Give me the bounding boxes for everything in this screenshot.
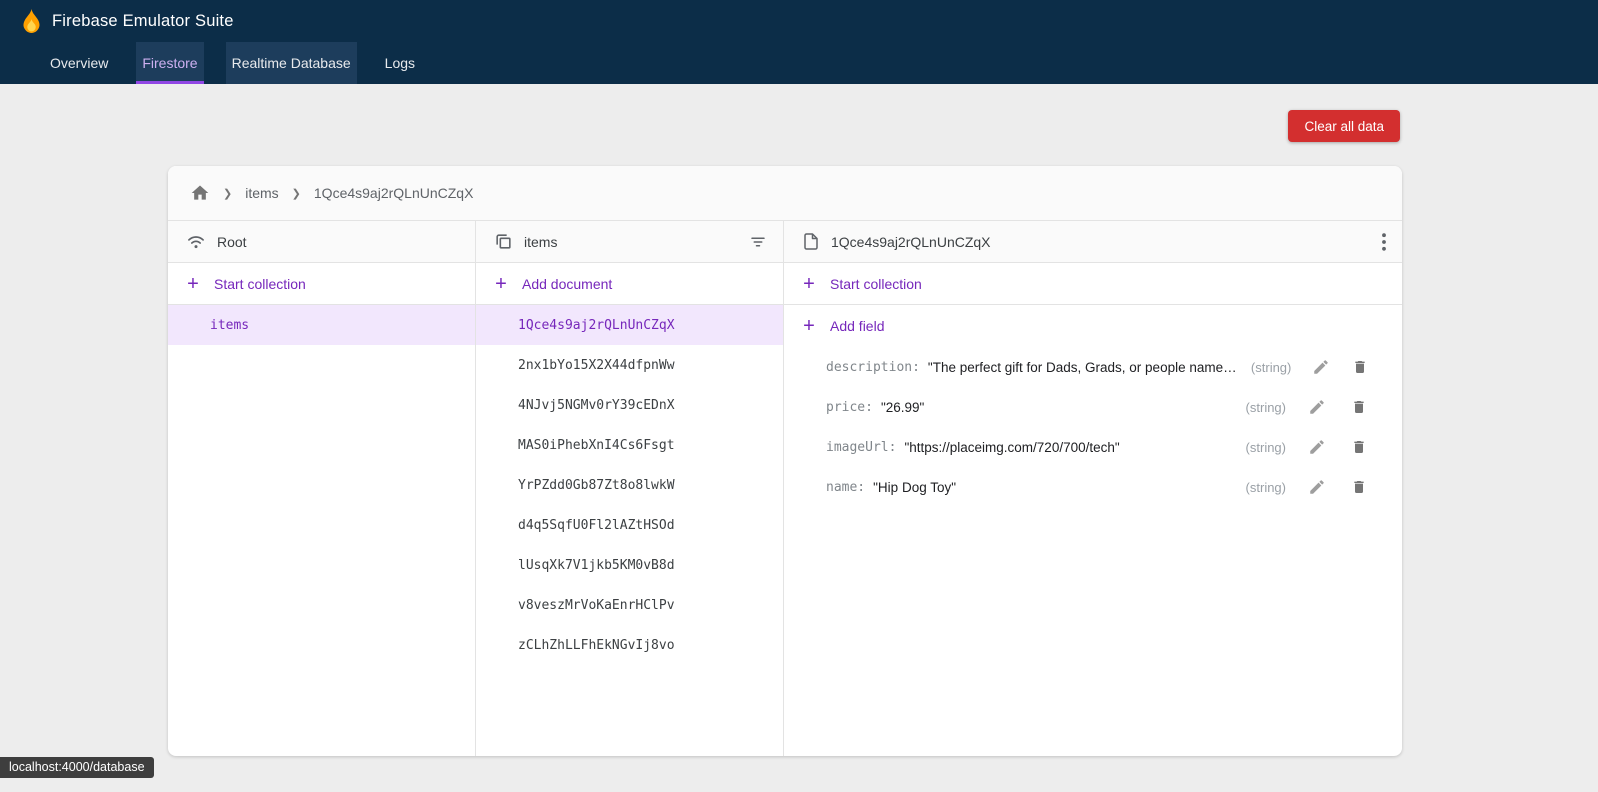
plus-icon: +: [802, 316, 816, 336]
root-panel: Root + Start collection items: [168, 221, 476, 756]
document-list-item[interactable]: YrPZdd0Gb87Zt8o8lwkW: [476, 465, 783, 505]
breadcrumb-document[interactable]: 1Qce4s9aj2rQLnUnCZqX: [314, 185, 474, 201]
root-panel-title: Root: [217, 234, 247, 250]
field-name: description:: [826, 360, 920, 375]
delete-field-icon[interactable]: [1342, 472, 1376, 502]
field-type: (string): [1246, 440, 1292, 455]
collection-panel-header: items: [476, 221, 783, 263]
document-panel-title: 1Qce4s9aj2rQLnUnCZqX: [831, 234, 991, 250]
top-nav: Overview Firestore Realtime Database Log…: [0, 42, 1598, 84]
firebase-flame-icon: [22, 9, 41, 33]
collection-icon: [494, 232, 513, 251]
firestore-browser-card: ❯ items ❯ 1Qce4s9aj2rQLnUnCZqX Root: [168, 166, 1402, 756]
tab-firestore[interactable]: Firestore: [136, 42, 203, 84]
document-list-item[interactable]: 4NJvj5NGMv0rY39cEDnX: [476, 385, 783, 425]
collection-panel-title: items: [524, 234, 557, 250]
collections-list: items: [168, 305, 475, 756]
delete-field-icon[interactable]: [1345, 352, 1376, 382]
app-title: Firebase Emulator Suite: [52, 12, 234, 31]
plus-icon: +: [186, 274, 200, 294]
field-name: price:: [826, 400, 873, 415]
field-value: "The perfect gift for Dads, Grads, or pe…: [928, 360, 1243, 375]
filter-icon[interactable]: [749, 233, 767, 251]
start-collection-button[interactable]: + Start collection: [168, 263, 475, 305]
home-icon[interactable]: [190, 183, 210, 203]
add-field-button[interactable]: + Add field: [784, 305, 1402, 347]
field-type: (string): [1246, 400, 1292, 415]
collection-list-item[interactable]: items: [168, 305, 475, 345]
field-type: (string): [1246, 480, 1292, 495]
plus-icon: +: [494, 274, 508, 294]
field-row: imageUrl: "https://placeimg.com/720/700/…: [784, 427, 1402, 467]
edit-field-icon[interactable]: [1300, 432, 1334, 462]
clear-all-data-button[interactable]: Clear all data: [1288, 110, 1400, 142]
field-name: imageUrl:: [826, 440, 896, 455]
status-bar: localhost:4000/database: [0, 757, 154, 778]
document-list-item[interactable]: MAS0iPhebXnI4Cs6Fsgt: [476, 425, 783, 465]
root-panel-header: Root: [168, 221, 475, 263]
field-value: "https://placeimg.com/720/700/tech": [904, 440, 1119, 455]
add-document-label: Add document: [522, 276, 612, 292]
tab-realtime-database[interactable]: Realtime Database: [226, 42, 357, 84]
kebab-menu-icon[interactable]: [1382, 233, 1386, 251]
field-type: (string): [1251, 360, 1297, 375]
document-panel: 1Qce4s9aj2rQLnUnCZqX + Start collection …: [784, 221, 1402, 756]
delete-field-icon[interactable]: [1342, 392, 1376, 422]
document-list-item[interactable]: d4q5SqfU0Fl2lAZtHSOd: [476, 505, 783, 545]
chevron-right-icon: ❯: [292, 187, 301, 200]
field-row: price: "26.99" (string): [784, 387, 1402, 427]
document-list-item[interactable]: 2nx1bYo15X2X44dfpnWw: [476, 345, 783, 385]
edit-field-icon[interactable]: [1305, 352, 1336, 382]
fields-list: description: "The perfect gift for Dads,…: [784, 347, 1402, 756]
tab-overview[interactable]: Overview: [44, 42, 114, 84]
document-list-item[interactable]: lUsqXk7V1jkb5KM0vB8d: [476, 545, 783, 585]
start-collection-label: Start collection: [214, 276, 306, 292]
field-value: "Hip Dog Toy": [873, 480, 956, 495]
field-value: "26.99": [881, 400, 924, 415]
documents-list: 1Qce4s9aj2rQLnUnCZqX 2nx1bYo15X2X44dfpnW…: [476, 305, 783, 756]
breadcrumb: ❯ items ❯ 1Qce4s9aj2rQLnUnCZqX: [168, 166, 1402, 221]
add-field-label: Add field: [830, 318, 884, 334]
edit-field-icon[interactable]: [1300, 472, 1334, 502]
doc-start-collection-label: Start collection: [830, 276, 922, 292]
add-document-button[interactable]: + Add document: [476, 263, 783, 305]
document-panel-header: 1Qce4s9aj2rQLnUnCZqX: [784, 221, 1402, 263]
root-stream-icon: [186, 232, 206, 252]
chevron-right-icon: ❯: [223, 187, 232, 200]
app-header: Firebase Emulator Suite Overview Firesto…: [0, 0, 1598, 84]
document-list-item[interactable]: zCLhZhLLFhEkNGvIj8vo: [476, 625, 783, 665]
plus-icon: +: [802, 274, 816, 294]
panel-columns: Root + Start collection items items: [168, 221, 1402, 756]
document-list-item[interactable]: v8veszMrVoKaEnrHClPv: [476, 585, 783, 625]
field-row: description: "The perfect gift for Dads,…: [784, 347, 1402, 387]
collection-panel: items + Add document 1Qce4s9aj2rQLnUnCZq…: [476, 221, 784, 756]
edit-field-icon[interactable]: [1300, 392, 1334, 422]
document-icon: [802, 232, 820, 251]
field-name: name:: [826, 480, 865, 495]
breadcrumb-collection[interactable]: items: [245, 185, 278, 201]
doc-start-collection-button[interactable]: + Start collection: [784, 263, 1402, 305]
tab-logs[interactable]: Logs: [379, 42, 421, 84]
document-list-item[interactable]: 1Qce4s9aj2rQLnUnCZqX: [476, 305, 783, 345]
title-bar: Firebase Emulator Suite: [0, 0, 1598, 42]
field-row: name: "Hip Dog Toy" (string): [784, 467, 1402, 507]
delete-field-icon[interactable]: [1342, 432, 1376, 462]
